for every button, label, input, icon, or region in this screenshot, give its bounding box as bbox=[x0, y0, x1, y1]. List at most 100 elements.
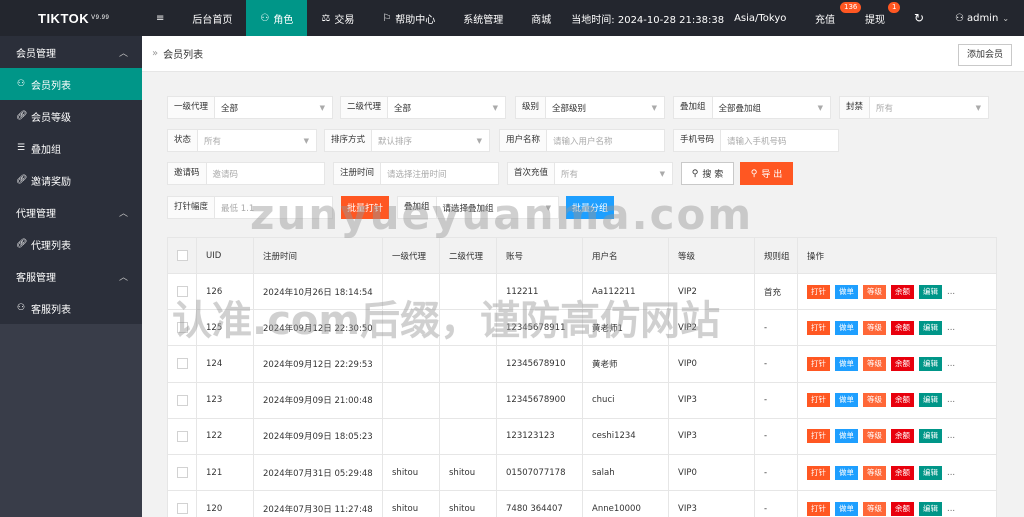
edit-button[interactable]: 编辑 bbox=[919, 465, 942, 480]
sidebar-item-overlay-group[interactable]: ☰ 叠加组 bbox=[0, 132, 142, 164]
app-logo[interactable]: TIKTOK V9.99 bbox=[0, 0, 142, 36]
first-charge-select[interactable]: 首次充值 所有 ▼ bbox=[507, 162, 673, 185]
row-checkbox[interactable] bbox=[167, 490, 197, 517]
withdraw-link[interactable]: 提现 bbox=[865, 0, 885, 36]
sidebar-item-invite-reward[interactable]: 🔗︎ 邀请奖励 bbox=[0, 164, 142, 196]
level-select[interactable]: 级别 全部级别 ▼ bbox=[515, 96, 665, 119]
inject-button[interactable]: 打针 bbox=[807, 284, 830, 299]
select-all-checkbox[interactable] bbox=[167, 237, 197, 274]
more-button[interactable]: ... bbox=[947, 323, 955, 333]
cell-register-time: 2024年09月12日 22:30:50 bbox=[253, 309, 383, 347]
link-icon: 🔗︎ bbox=[16, 239, 28, 249]
overlay-group-select[interactable]: 叠加组 全部叠加组 ▼ bbox=[673, 96, 831, 119]
invite-code-input[interactable]: 邀请码 邀请码 bbox=[167, 162, 325, 185]
topnav-mall[interactable]: 商城 bbox=[517, 0, 565, 36]
inject-button[interactable]: 打针 bbox=[807, 356, 830, 371]
level-button[interactable]: 等级 bbox=[863, 429, 886, 444]
user-icon: ⚇ bbox=[955, 12, 964, 24]
username-input[interactable]: 用户名称 请输入用户名称 bbox=[499, 129, 665, 152]
menu-toggle-icon[interactable]: ≡ bbox=[142, 0, 178, 36]
search-button[interactable]: ⚲ 搜 索 bbox=[681, 162, 734, 185]
batch-inject-button[interactable]: 批量打针 bbox=[341, 196, 389, 219]
edit-button[interactable]: 编辑 bbox=[919, 393, 942, 408]
edit-button[interactable]: 编辑 bbox=[919, 284, 942, 299]
topnav-help[interactable]: ⚐ 帮助中心 bbox=[368, 0, 449, 36]
inject-button[interactable]: 打针 bbox=[807, 465, 830, 480]
ban-select[interactable]: 封禁 所有 ▼ bbox=[839, 96, 989, 119]
balance-button[interactable]: 余额 bbox=[891, 429, 914, 444]
agent2-select[interactable]: 二级代理 全部 ▼ bbox=[340, 96, 506, 119]
sidebar-group-service[interactable]: 客服管理 ︿ bbox=[0, 260, 142, 292]
inject-button[interactable]: 打针 bbox=[807, 429, 830, 444]
more-button[interactable]: ... bbox=[947, 395, 955, 405]
row-checkbox[interactable] bbox=[167, 417, 197, 455]
row-checkbox[interactable] bbox=[167, 453, 197, 492]
chevron-down-icon: ⌄ bbox=[1002, 13, 1010, 23]
cell-actions: 打针 做单 等级 余额 编辑... bbox=[797, 490, 997, 517]
more-button[interactable]: ... bbox=[947, 504, 955, 514]
edit-button[interactable]: 编辑 bbox=[919, 356, 942, 371]
cell-actions: 打针 做单 等级 余额 编辑... bbox=[797, 417, 997, 455]
sidebar-group-agents[interactable]: 代理管理 ︿ bbox=[0, 196, 142, 228]
balance-button[interactable]: 余额 bbox=[891, 393, 914, 408]
row-checkbox[interactable] bbox=[167, 272, 197, 311]
order-button[interactable]: 做单 bbox=[835, 501, 858, 516]
level-button[interactable]: 等级 bbox=[863, 501, 886, 516]
balance-button[interactable]: 余额 bbox=[891, 356, 914, 371]
sidebar-item-member-list[interactable]: ⚇ 会员列表 bbox=[0, 68, 142, 100]
row-checkbox[interactable] bbox=[167, 381, 197, 419]
balance-button[interactable]: 余额 bbox=[891, 284, 914, 299]
level-button[interactable]: 等级 bbox=[863, 284, 886, 299]
level-button[interactable]: 等级 bbox=[863, 465, 886, 480]
phone-input[interactable]: 手机号码 请输入手机号码 bbox=[673, 129, 839, 152]
order-button[interactable]: 做单 bbox=[835, 465, 858, 480]
topnav-home[interactable]: 后台首页 bbox=[178, 0, 246, 36]
more-button[interactable]: ... bbox=[947, 468, 955, 478]
topnav-role[interactable]: ⚇ 角色 bbox=[246, 0, 308, 36]
sort-select[interactable]: 排序方式 默认排序 ▼ bbox=[324, 129, 490, 152]
register-time-input[interactable]: 注册时间 请选择注册时间 bbox=[333, 162, 499, 185]
topnav-trade[interactable]: ⚖ 交易 bbox=[307, 0, 368, 36]
balance-button[interactable]: 余额 bbox=[891, 320, 914, 335]
balance-button[interactable]: 余额 bbox=[891, 501, 914, 516]
sidebar-item-agent-list[interactable]: 🔗︎ 代理列表 bbox=[0, 228, 142, 260]
level-button[interactable]: 等级 bbox=[863, 320, 886, 335]
order-button[interactable]: 做单 bbox=[835, 320, 858, 335]
withdraw-badge: 1 bbox=[888, 2, 901, 13]
more-button[interactable]: ... bbox=[947, 287, 955, 297]
user-menu[interactable]: ⚇ admin ⌄ bbox=[955, 0, 1009, 36]
more-button[interactable]: ... bbox=[947, 431, 955, 441]
topnav-system[interactable]: 系统管理 bbox=[449, 0, 517, 36]
edit-button[interactable]: 编辑 bbox=[919, 320, 942, 335]
edit-button[interactable]: 编辑 bbox=[919, 501, 942, 516]
edit-button[interactable]: 编辑 bbox=[919, 429, 942, 444]
inject-button[interactable]: 打针 bbox=[807, 320, 830, 335]
sidebar-group-members[interactable]: 会员管理 ︿ bbox=[0, 36, 142, 68]
sidebar-item-service-list[interactable]: ⚇ 客服列表 bbox=[0, 292, 142, 324]
add-member-button[interactable]: 添加会员 bbox=[957, 44, 1012, 66]
batch-group-button[interactable]: 批量分组 bbox=[566, 196, 614, 219]
order-button[interactable]: 做单 bbox=[835, 429, 858, 444]
agent1-select[interactable]: 一级代理 全部 ▼ bbox=[167, 96, 333, 119]
level-button[interactable]: 等级 bbox=[863, 356, 886, 371]
more-button[interactable]: ... bbox=[947, 359, 955, 369]
order-button[interactable]: 做单 bbox=[835, 393, 858, 408]
table-row: 121 2024年07月31日 05:29:48 shitou shitou 01507… bbox=[167, 453, 997, 492]
inject-button[interactable]: 打针 bbox=[807, 501, 830, 516]
level-button[interactable]: 等级 bbox=[863, 393, 886, 408]
col-actions: 操作 bbox=[797, 237, 997, 274]
range-input[interactable]: 打针幅度 最低 1.1 bbox=[167, 196, 333, 219]
balance-button[interactable]: 余额 bbox=[891, 465, 914, 480]
status-select[interactable]: 状态 所有 ▼ bbox=[167, 129, 317, 152]
order-button[interactable]: 做单 bbox=[835, 356, 858, 371]
inject-button[interactable]: 打针 bbox=[807, 393, 830, 408]
export-button[interactable]: ⚲ 导 出 bbox=[740, 162, 793, 185]
refresh-icon[interactable]: ↻ bbox=[914, 0, 924, 36]
order-button[interactable]: 做单 bbox=[835, 284, 858, 299]
sidebar-item-member-level[interactable]: 🔗︎ 会员等级 bbox=[0, 100, 142, 132]
row-checkbox[interactable] bbox=[167, 345, 197, 383]
recharge-link[interactable]: 充值 bbox=[815, 0, 835, 36]
link-icon: 🔗︎ bbox=[16, 111, 28, 121]
overlay-group-batch-select[interactable]: 叠加组 请选择叠加组 ▼ bbox=[397, 196, 559, 219]
row-checkbox[interactable] bbox=[167, 309, 197, 347]
